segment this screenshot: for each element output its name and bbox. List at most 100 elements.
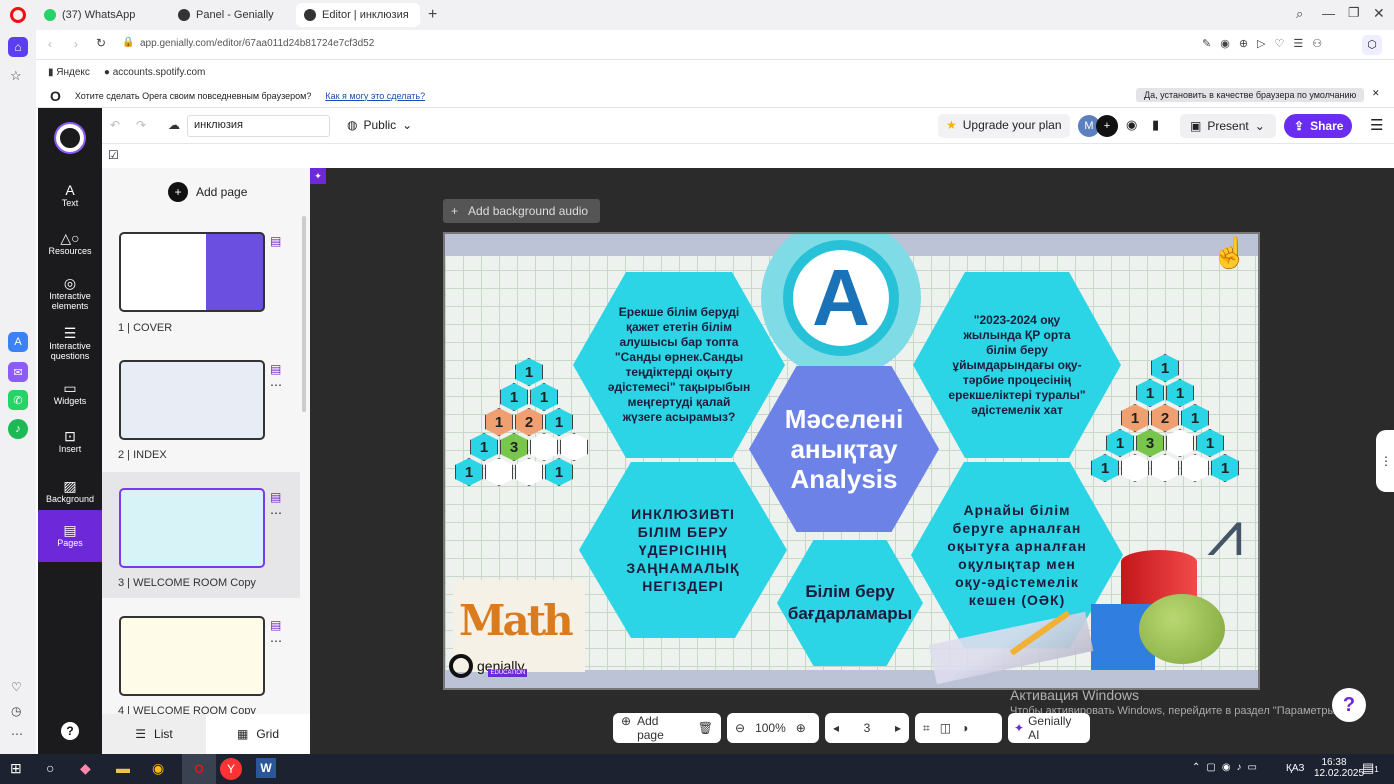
- spotify-icon[interactable]: ♪: [8, 419, 28, 439]
- next-page-icon[interactable]: ▸: [895, 721, 901, 735]
- opera-logo[interactable]: [10, 7, 26, 23]
- address-actions-icons[interactable]: ✎◉⊕▷♡☰⚇: [1202, 37, 1331, 50]
- search-tabs-icon[interactable]: ⌕: [1296, 6, 1303, 22]
- tray-icons[interactable]: ⌃▢◉♪▭: [1192, 762, 1263, 773]
- help-bubble-icon[interactable]: ?: [1332, 688, 1366, 722]
- forward-icon[interactable]: ›: [74, 37, 78, 51]
- slide[interactable]: A Мәселені анықтау Analysis Ерекше білім…: [443, 232, 1260, 690]
- menu-icon[interactable]: ☰: [1370, 116, 1383, 134]
- hexagon-top-right[interactable]: "2023-2024 оқу жылында ҚР орта білім бер…: [913, 272, 1121, 458]
- sidebar-item-resources[interactable]: △○ Resources: [38, 218, 102, 270]
- project-name-input[interactable]: инклюзия: [187, 115, 330, 137]
- whatsapp-side-icon[interactable]: ✆: [8, 390, 28, 410]
- fit-icon[interactable]: ⌗: [923, 721, 930, 736]
- sidebar-item-text[interactable]: A Text: [38, 170, 102, 222]
- page-thumbnail-1[interactable]: [119, 232, 265, 312]
- share-button[interactable]: ⇪ Share: [1284, 114, 1352, 138]
- page-thumbnail-3[interactable]: [119, 488, 265, 568]
- opera-taskbar-icon[interactable]: O: [182, 754, 216, 784]
- set-default-button[interactable]: Да, установить в качестве браузера по ум…: [1136, 88, 1365, 102]
- page-options-icon[interactable]: ▤: [270, 618, 281, 632]
- split-view-icon[interactable]: ◫: [940, 721, 951, 735]
- extensions-icon[interactable]: ⬡: [1362, 35, 1382, 55]
- url-field[interactable]: app.genially.com/editor/67aa011d24b81724…: [140, 38, 374, 49]
- language-indicator[interactable]: ҚАЗ: [1286, 763, 1304, 774]
- add-page-bottom-button[interactable]: ⊕ Add page: [621, 714, 688, 742]
- minimize-button[interactable]: —: [1322, 6, 1335, 21]
- windows-start-icon[interactable]: ⊞: [10, 760, 22, 777]
- more-options-icon[interactable]: ⋯: [270, 634, 282, 648]
- banner-link[interactable]: Как я могу это сделать?: [325, 91, 425, 101]
- add-collaborator-icon[interactable]: +: [1096, 115, 1118, 137]
- more-icon[interactable]: ⋯: [11, 727, 23, 741]
- home-icon[interactable]: ⌂: [8, 37, 28, 57]
- more-options-icon[interactable]: ⋯: [270, 506, 282, 520]
- star-icon[interactable]: ☆: [10, 68, 22, 84]
- tab-whatsapp[interactable]: (37) WhatsApp: [36, 3, 164, 27]
- upgrade-plan-button[interactable]: ★ Upgrade your plan: [938, 114, 1070, 138]
- preview-eye-icon[interactable]: ◉: [1126, 117, 1137, 133]
- add-background-audio-button[interactable]: + Add background audio: [443, 199, 600, 223]
- grid-view-button[interactable]: ▦ Grid: [206, 714, 310, 754]
- genially-ai-button[interactable]: ✦ Genially AI: [1008, 713, 1090, 743]
- new-tab-button[interactable]: +: [428, 6, 437, 24]
- hexagon-bottom-center[interactable]: Білім беру бағдарламары: [777, 540, 923, 666]
- clock[interactable]: 16:38 12.02.2025: [1314, 757, 1364, 779]
- genially-logo[interactable]: [56, 124, 84, 152]
- hexagon-bottom-left[interactable]: ИНКЛЮЗИВТІ БІЛІМ БЕРУ ҮДЕРІСІНІҢ ЗАҢНАМА…: [579, 462, 787, 638]
- present-button[interactable]: ▣ Present ⌄: [1180, 114, 1276, 138]
- sidebar-item-interactive-questions[interactable]: ☰ Interactive questions: [38, 318, 102, 370]
- sidebar-item-insert[interactable]: ⊡ Insert: [38, 416, 102, 468]
- sidebar-item-interactive-elements[interactable]: ◎ Interactive elements: [38, 268, 102, 320]
- audio-label: Add background audio: [468, 204, 589, 218]
- copilot-icon[interactable]: ◆: [80, 760, 91, 777]
- chrome-icon[interactable]: ◉: [152, 760, 164, 777]
- redo-icon[interactable]: ↷: [136, 118, 146, 132]
- accessibility-icon[interactable]: ◑: [961, 721, 968, 735]
- close-window-button[interactable]: ✕: [1373, 5, 1385, 22]
- tab-editor[interactable]: Editor | инклюзия: [296, 3, 420, 27]
- back-icon[interactable]: ‹: [48, 37, 52, 51]
- history-icon[interactable]: ◷: [11, 704, 21, 718]
- page-thumbnail-2[interactable]: [119, 360, 265, 440]
- more-options-icon[interactable]: ⋯: [270, 378, 282, 392]
- maximize-button[interactable]: ❐: [1348, 5, 1360, 21]
- close-banner-icon[interactable]: ✕: [1372, 88, 1380, 99]
- sidebar-item-widgets[interactable]: ▭ Widgets: [38, 368, 102, 420]
- notification-icon[interactable]: ▤1: [1362, 760, 1379, 776]
- add-page-button[interactable]: + Add page: [168, 182, 247, 202]
- bookmark-yandex[interactable]: ▮ Яндекс: [48, 67, 90, 78]
- zoom-in-icon[interactable]: ⊕: [796, 721, 806, 735]
- center-hexagon[interactable]: Мәселені анықтау Analysis: [749, 366, 939, 532]
- trash-icon[interactable]: 🗑: [698, 721, 713, 735]
- pages-scrollbar[interactable]: [302, 216, 306, 412]
- pin-icon[interactable]: ✦: [310, 168, 326, 184]
- help-icon[interactable]: ?: [61, 722, 79, 740]
- sidebar-item-pages[interactable]: ▤ Pages: [38, 510, 102, 562]
- undo-icon[interactable]: ↶: [110, 118, 120, 132]
- page-options-icon[interactable]: ▤: [270, 362, 281, 376]
- file-explorer-icon[interactable]: ▬: [116, 760, 130, 776]
- tab-panel[interactable]: Panel - Genially: [170, 3, 294, 27]
- zoom-out-icon[interactable]: ⊖: [735, 721, 745, 735]
- visibility-dropdown[interactable]: ◍ Public ⌄: [347, 118, 412, 132]
- page-number[interactable]: 3: [864, 721, 871, 735]
- bookmark-spotify[interactable]: ● accounts.spotify.com: [104, 67, 205, 78]
- yandex-icon[interactable]: Y: [220, 758, 242, 780]
- search-circle-icon[interactable]: ○: [46, 760, 54, 776]
- prev-page-icon[interactable]: ◂: [833, 721, 839, 735]
- stats-icon[interactable]: ▮: [1152, 117, 1159, 133]
- heart-icon[interactable]: ♡: [11, 680, 22, 694]
- word-icon[interactable]: W: [256, 758, 276, 778]
- page-options-icon[interactable]: ▤: [270, 234, 281, 248]
- side-panel-handle[interactable]: ⋮: [1376, 430, 1394, 492]
- hand-pointer-icon[interactable]: ☝: [1211, 236, 1248, 271]
- page-thumbnail-4[interactable]: [119, 616, 265, 696]
- zoom-level[interactable]: 100%: [755, 721, 786, 735]
- page-options-icon[interactable]: ▤: [270, 490, 281, 504]
- aria-icon[interactable]: A: [8, 332, 28, 352]
- list-view-button[interactable]: ☰ List: [102, 714, 206, 754]
- reload-icon[interactable]: ↻: [96, 36, 106, 50]
- messenger-icon[interactable]: ✉: [8, 362, 28, 382]
- checklist-icon[interactable]: ☑: [108, 148, 119, 162]
